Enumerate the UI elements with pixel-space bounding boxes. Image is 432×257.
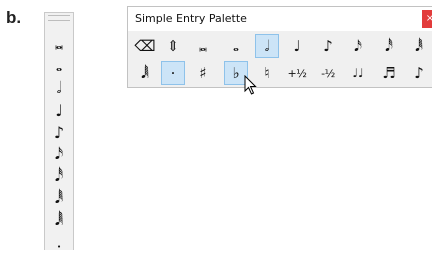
thirty-second-note-icon[interactable]: 𝅘𝅥𝅰 — [377, 34, 401, 58]
quarter-note-label: ♩ — [293, 37, 301, 55]
grace-note-icon[interactable]: ♪ — [407, 61, 431, 85]
one-twenty-eighth-note-icon[interactable]: 𝅘𝅥𝅲 — [133, 61, 157, 85]
eighth-note-icon[interactable]: ♪ — [316, 34, 340, 58]
one-twenty-eighth-note-icon[interactable]: 𝅘𝅥𝅲 — [45, 209, 73, 231]
sixteenth-note-label: 𝅘𝅥𝅯 — [354, 37, 362, 55]
augmentation-dot-icon[interactable]: · — [45, 235, 73, 257]
augmentation-dot-icon[interactable]: · — [161, 61, 185, 85]
eighth-note-label: ♪ — [323, 37, 333, 55]
one-twenty-eighth-note-label: 𝅘𝅥𝅲 — [141, 64, 149, 82]
raise-half-step-button[interactable]: +½ — [285, 61, 309, 85]
augmentation-dot-label: · — [170, 64, 176, 82]
raise-half-step-label: +½ — [287, 66, 307, 80]
sixteenth-note-icon[interactable]: 𝅘𝅥𝅯 — [45, 143, 73, 165]
double-whole-note-label: 𝅜 — [198, 37, 208, 55]
move-updown-label: ⇕ — [166, 37, 180, 55]
eraser-icon[interactable]: ⌫ — [133, 34, 157, 58]
whole-note-icon[interactable]: 𝅝 — [224, 34, 248, 58]
window-titlebar[interactable]: Simple Entry Palette × — [128, 7, 432, 31]
thirty-second-note-icon[interactable]: 𝅘𝅥𝅰 — [45, 165, 73, 187]
vertical-palette: 𝅜 𝅝 𝅗𝅥 ♩ ♪ 𝅘𝅥𝅯 𝅘𝅥𝅰 𝅘𝅥𝅱 𝅘𝅥𝅲 · — [44, 12, 74, 256]
double-whole-note-icon[interactable]: 𝅜 — [45, 33, 73, 55]
simple-entry-palette-window: Simple Entry Palette × ⌫ ⇕ 𝅜 𝅝 𝅗𝅥 ♩ ♪ 𝅘𝅥𝅯 𝅘𝅥𝅰 𝅘𝅥𝅱… — [127, 6, 432, 88]
half-note-icon[interactable]: 𝅗𝅥 — [45, 77, 73, 99]
tie-label: ♩♩ — [352, 66, 364, 80]
half-note-icon[interactable]: 𝅗𝅥 — [255, 34, 279, 58]
tuplet-icon[interactable]: ♬ — [377, 61, 401, 85]
sharp-label: ♯ — [199, 64, 207, 82]
window-title: Simple Entry Palette — [135, 12, 247, 25]
quarter-note-icon[interactable]: ♩ — [285, 34, 309, 58]
palette-grip[interactable] — [48, 15, 70, 21]
whole-note-label: 𝅝 — [233, 37, 239, 55]
natural-icon[interactable]: ♮ — [255, 61, 279, 85]
sharp-icon[interactable]: ♯ — [191, 61, 215, 85]
sixty-fourth-note-label: 𝅘𝅥𝅱 — [415, 37, 423, 55]
close-button[interactable]: × — [422, 10, 432, 28]
sixty-fourth-note-icon[interactable]: 𝅘𝅥𝅱 — [407, 34, 431, 58]
eraser-label: ⌫ — [134, 37, 156, 55]
lower-half-step-button[interactable]: -½ — [316, 61, 340, 85]
quarter-note-icon[interactable]: ♩ — [45, 99, 73, 121]
lower-half-step-label: -½ — [321, 66, 335, 80]
double-whole-note-icon[interactable]: 𝅜 — [191, 34, 215, 58]
mouse-pointer-icon — [244, 75, 257, 95]
sixteenth-note-icon[interactable]: 𝅘𝅥𝅯 — [346, 34, 370, 58]
flat-label: ♭ — [232, 64, 240, 82]
tuplet-label: ♬ — [382, 64, 396, 82]
eighth-note-icon[interactable]: ♪ — [45, 121, 73, 143]
figure-label: b. — [6, 8, 22, 27]
tie-icon[interactable]: ♩♩ — [346, 61, 370, 85]
move-updown-icon[interactable]: ⇕ — [161, 34, 185, 58]
sixty-fourth-note-icon[interactable]: 𝅘𝅥𝅱 — [45, 187, 73, 209]
grace-note-label: ♪ — [414, 64, 424, 82]
half-note-label: 𝅗𝅥 — [264, 37, 270, 55]
whole-note-icon[interactable]: 𝅝 — [45, 55, 73, 77]
natural-label: ♮ — [264, 64, 270, 82]
thirty-second-note-label: 𝅘𝅥𝅰 — [385, 37, 393, 55]
